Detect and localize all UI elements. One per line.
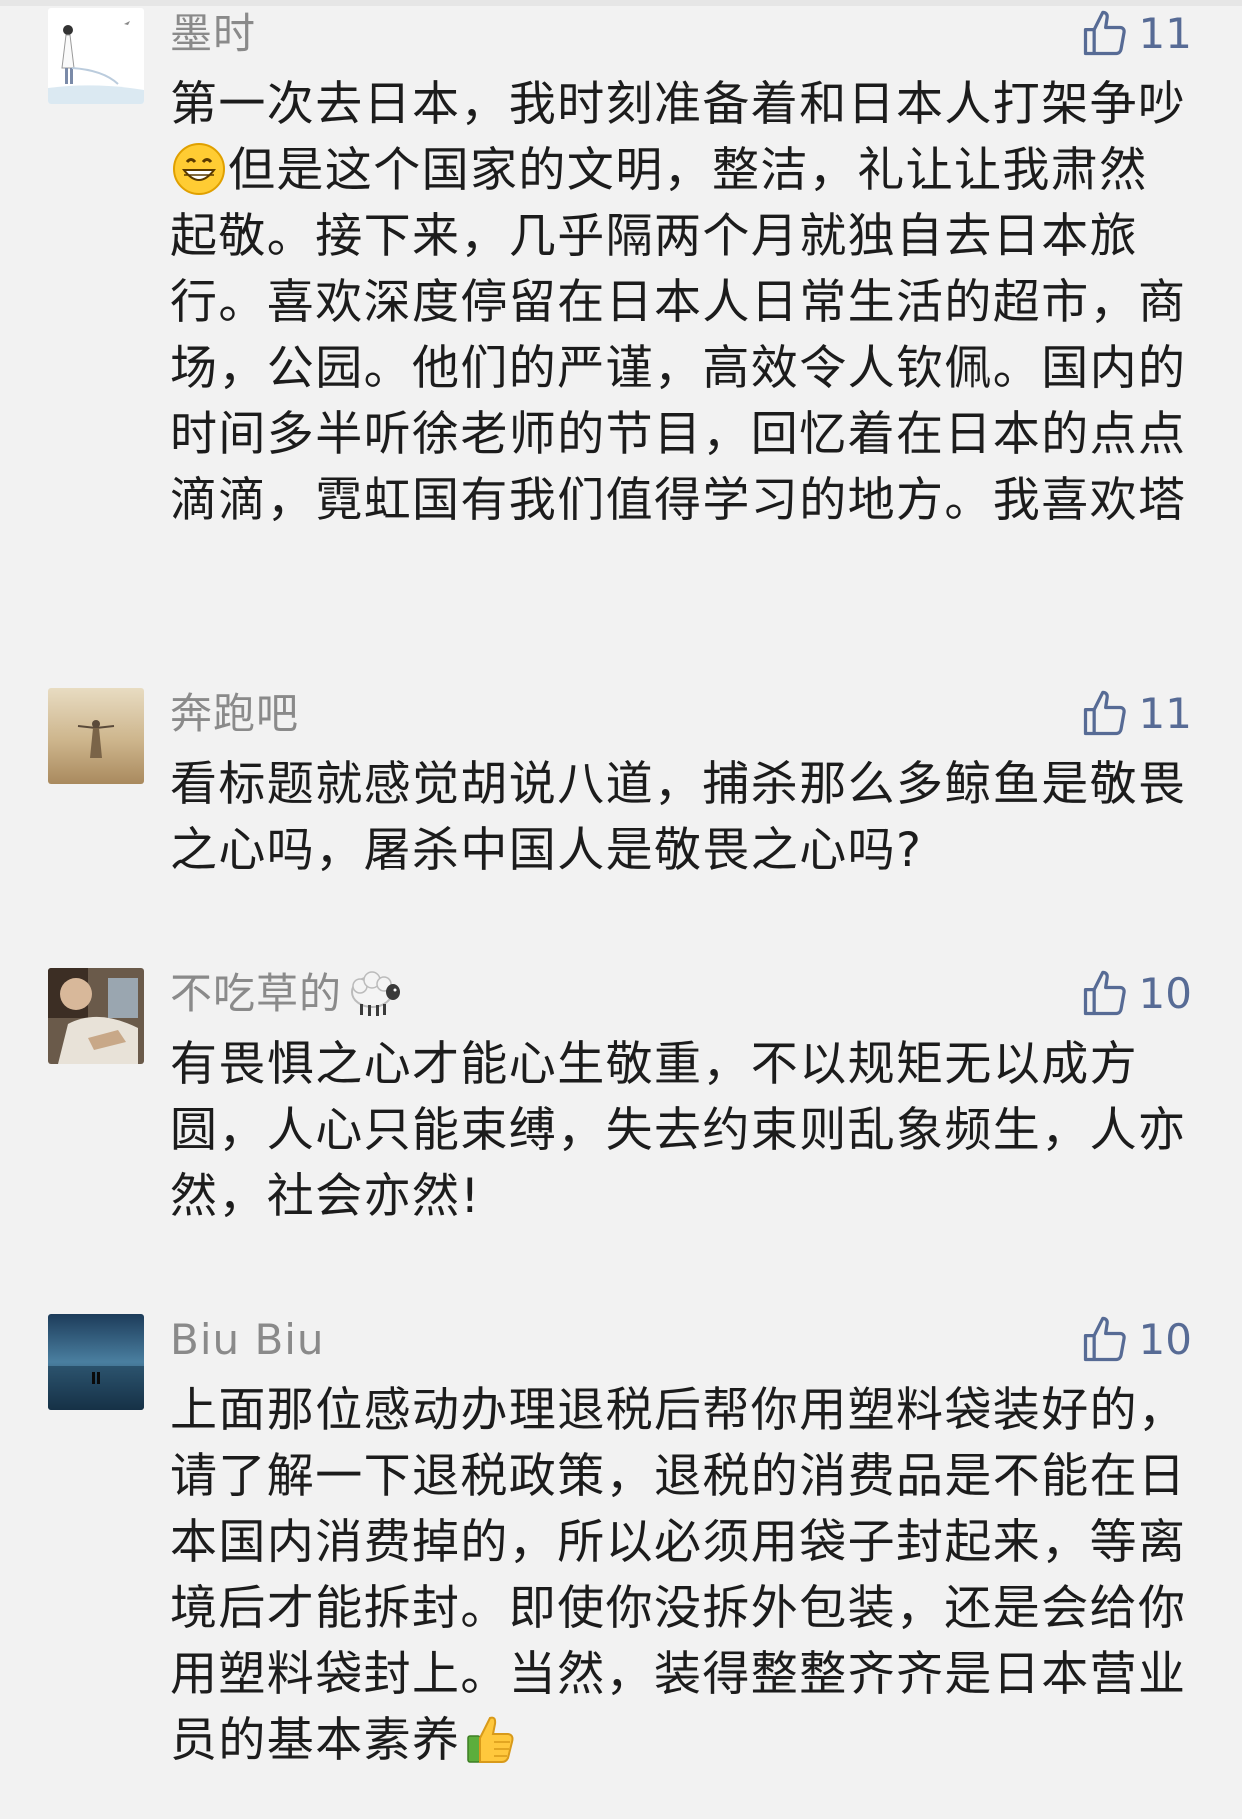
comment-text: 看标题就感觉胡说八道，捕杀那么多鲸鱼是敬畏之心吗，屠杀中国人是敬畏之心吗? (170, 757, 1187, 878)
avatar[interactable] (48, 968, 144, 1064)
username[interactable]: 墨时 (170, 6, 256, 62)
like-count: 11 (1138, 689, 1192, 738)
comment-text-part: 上面那位感动办理退税后帮你用塑料袋装好的，请了解一下退税政策，退税的消费品是不能… (170, 1383, 1187, 1768)
username-text: 不吃草的 (170, 969, 343, 1018)
thumbs-up-icon (1083, 690, 1126, 736)
avatar-night-sky-image (48, 1314, 144, 1410)
comment-text-part: 第一次去日本，我时刻准备着和日本人打架争吵 (170, 77, 1187, 132)
username[interactable]: 不吃草的 (170, 966, 402, 1022)
thumbs-up-icon (1083, 1316, 1126, 1362)
thumbs-up-icon (1083, 10, 1126, 56)
like-button[interactable]: 10 (1079, 1310, 1192, 1370)
avatar-people-photo-image (48, 968, 144, 1064)
comment-text: 有畏惧之心才能心生敬重，不以规矩无以成方圆，人心只能束缚，失去约束则乱象频生，人… (170, 1037, 1187, 1224)
avatar-girl-image (48, 8, 144, 104)
avatar-desert-figure-image (48, 688, 144, 784)
username[interactable]: Biu Biu (170, 1312, 325, 1368)
comment-text: 第一次去日本，我时刻准备着和日本人打架争吵 但是这个国家的文明，整洁，礼让让我肃… (170, 72, 1190, 534)
avatar[interactable] (48, 8, 144, 104)
thumbs-up-emoji-icon (462, 1712, 516, 1766)
avatar[interactable] (48, 688, 144, 784)
thumbs-up-icon (1083, 970, 1126, 1016)
like-button[interactable]: 11 (1079, 684, 1192, 744)
avatar[interactable] (48, 1314, 144, 1410)
like-count: 11 (1138, 9, 1192, 58)
like-count: 10 (1138, 1315, 1192, 1364)
comment-text: 上面那位感动办理退税后帮你用塑料袋装好的，请了解一下退税政策，退税的消费品是不能… (170, 1378, 1190, 1774)
like-button[interactable]: 10 (1079, 964, 1192, 1024)
comment-text-part: 但是这个国家的文明，整洁，礼让让我肃然起敬。接下来，几乎隔两个月就独自去日本旅行… (170, 143, 1187, 528)
like-button[interactable]: 11 (1079, 4, 1192, 64)
username[interactable]: 奔跑吧 (170, 686, 299, 742)
grinning-face-emoji-icon (172, 142, 226, 196)
sheep-emoji-icon (346, 968, 402, 1018)
like-count: 10 (1138, 969, 1192, 1018)
